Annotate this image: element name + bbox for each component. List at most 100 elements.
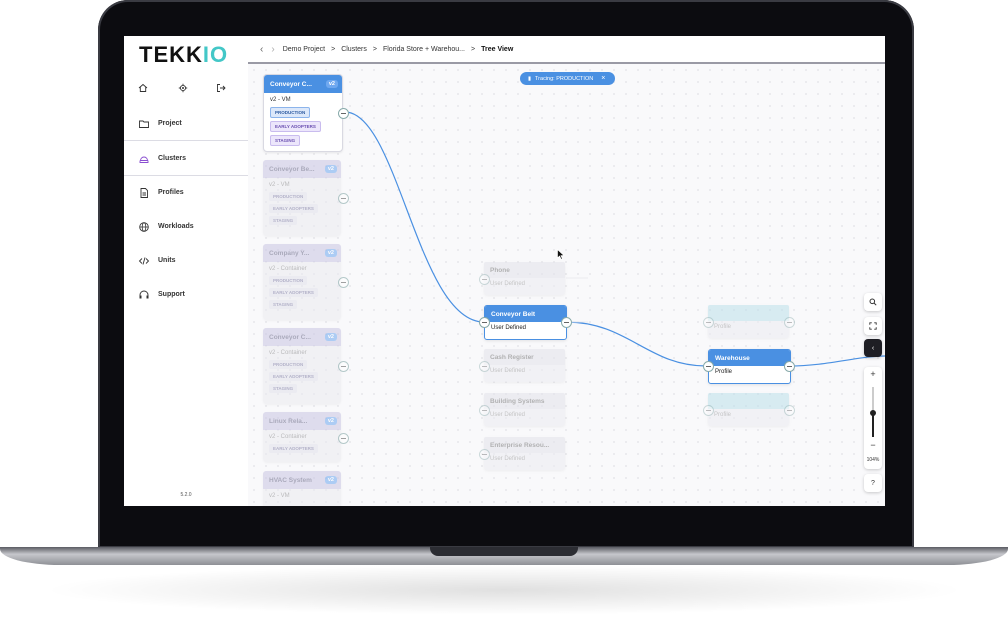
tree-canvas[interactable]: ▮ Tracing: PRODUCTION × Conveyor C... v2 … — [248, 64, 885, 506]
tag-staging: STAGING — [269, 384, 298, 393]
unit-node[interactable]: Enterprise Resou... User Defined — [484, 437, 565, 470]
collapse-toggle-icon[interactable] — [338, 193, 349, 204]
headset-icon — [138, 288, 150, 300]
profile-node[interactable]: Profile — [708, 393, 789, 426]
cluster-card-header: Conveyor Be... v2 — [263, 160, 341, 178]
collapse-toggle-icon[interactable] — [479, 274, 490, 285]
zoom-slider-thumb[interactable] — [870, 410, 876, 416]
sidebar-item-support[interactable]: Support — [124, 277, 248, 311]
collapse-toggle-icon[interactable] — [479, 361, 490, 372]
node-subtitle: Profile — [714, 412, 732, 418]
version-badge[interactable]: v2 — [324, 165, 337, 173]
tracing-icon: ▮ — [528, 75, 532, 82]
node-title: Warehouse — [709, 350, 790, 366]
cluster-card[interactable]: Conveyor Be... v2 v2 - VM PRODUCTION EARL… — [263, 160, 341, 236]
tag-early-adopters: EARLY ADOPTERS — [269, 204, 318, 213]
tag-early-adopters: EARLY ADOPTERS — [269, 372, 318, 381]
collapse-toggle-icon[interactable] — [703, 361, 714, 372]
node-subtitle: User Defined — [490, 368, 526, 374]
tag-staging: STAGING — [270, 135, 301, 146]
collapse-toggle-icon[interactable] — [784, 317, 795, 328]
collapse-toggle-icon[interactable] — [479, 317, 490, 328]
tag-early-adopters: EARLY ADOPTERS — [270, 121, 321, 132]
unit-node[interactable]: Phone User Defined — [484, 262, 565, 295]
top-bar: ‹ › Demo Project > Clusters > Florida St… — [248, 36, 885, 64]
version-badge[interactable]: v2 — [324, 249, 337, 257]
collapse-toggle-icon[interactable] — [703, 317, 714, 328]
search-button[interactable] — [864, 293, 882, 311]
cluster-card[interactable]: Conveyor C... v2 v2 - Container PRODUCTIO… — [263, 328, 341, 404]
sidebar-item-label: Units — [158, 256, 176, 264]
collapse-toggle-icon[interactable] — [338, 361, 349, 372]
version-badge[interactable]: v2 — [325, 80, 338, 88]
tracing-filter-pill[interactable]: ▮ Tracing: PRODUCTION × — [520, 72, 616, 85]
cluster-title: Conveyor C... — [270, 80, 312, 88]
collapse-toggle-icon[interactable] — [561, 317, 572, 328]
collapse-toggle-icon[interactable] — [784, 361, 795, 372]
mouse-cursor-icon — [557, 249, 565, 260]
help-icon: ? — [871, 479, 875, 487]
cluster-card-header: Conveyor C... v2 — [264, 75, 342, 93]
cluster-icon — [138, 152, 150, 164]
cluster-subtitle: v2 - Container — [269, 434, 307, 440]
sidebar-item-project[interactable]: Project — [124, 106, 248, 140]
home-icon[interactable] — [138, 80, 154, 96]
app-version: 5.2.0 — [180, 492, 192, 498]
node-subtitle: Profile — [714, 324, 732, 330]
expand-icon — [869, 322, 877, 330]
cluster-title: Company Y... — [269, 249, 310, 257]
logout-icon[interactable] — [216, 80, 232, 96]
cluster-card[interactable]: HVAC System v2 v2 - VM — [263, 471, 341, 506]
profile-node[interactable]: Profile — [708, 305, 789, 338]
collapse-toggle-icon[interactable] — [338, 433, 349, 444]
sidebar-item-workloads[interactable]: Workloads — [124, 209, 248, 243]
breadcrumb-current: Tree View — [481, 45, 514, 53]
zoom-out-button[interactable]: − — [864, 440, 882, 450]
cluster-card[interactable]: Company Y... v2 v2 - Container PRODUCTION… — [263, 244, 341, 320]
forward-arrow-icon[interactable]: › — [271, 44, 274, 55]
breadcrumb-item[interactable]: Demo Project — [283, 46, 325, 53]
top-icons — [124, 80, 248, 98]
zoom-in-button[interactable]: + — [864, 369, 882, 379]
laptop-shadow — [40, 565, 968, 615]
node-subtitle: User Defined — [490, 281, 526, 287]
gear-icon[interactable] — [178, 80, 194, 96]
zoom-control[interactable]: + − 104% — [864, 367, 882, 469]
collapse-toggle-icon[interactable] — [479, 405, 490, 416]
collapse-toggle-icon[interactable] — [338, 277, 349, 288]
profile-node-selected[interactable]: Warehouse Profile — [708, 349, 791, 384]
fit-view-button[interactable] — [864, 317, 882, 335]
unit-node-selected[interactable]: Conveyor Belt User Defined — [484, 305, 567, 340]
collapse-toggle-icon[interactable] — [479, 449, 490, 460]
cluster-card-header: Company Y... v2 — [263, 244, 341, 262]
sidebar-item-clusters[interactable]: Clusters — [124, 140, 248, 176]
close-icon[interactable]: × — [601, 75, 605, 82]
version-badge[interactable]: v2 — [324, 333, 337, 341]
sidebar-item-label: Project — [158, 119, 182, 127]
breadcrumb-item[interactable]: Clusters — [341, 46, 367, 53]
sidebar-item-profiles[interactable]: Profiles — [124, 175, 248, 209]
cluster-subtitle: v2 - VM — [270, 97, 291, 103]
tag-production: PRODUCTION — [269, 192, 308, 201]
search-icon — [869, 298, 877, 306]
version-badge[interactable]: v2 — [324, 476, 337, 484]
collapse-toggle-icon[interactable] — [784, 405, 795, 416]
unit-node[interactable]: Building Systems User Defined — [484, 393, 565, 426]
node-title — [708, 393, 789, 409]
collapse-panel-button[interactable]: ‹ — [864, 339, 882, 357]
collapse-toggle-icon[interactable] — [703, 405, 714, 416]
help-button[interactable]: ? — [864, 474, 882, 492]
back-arrow-icon[interactable]: ‹ — [260, 44, 263, 55]
document-icon — [138, 186, 150, 198]
cluster-card-header: Conveyor C... v2 — [263, 328, 341, 346]
sidebar-item-units[interactable]: Units — [124, 243, 248, 277]
node-title: Conveyor Belt — [485, 306, 566, 322]
breadcrumb-item[interactable]: Florida Store + Warehou... — [383, 46, 465, 53]
version-badge[interactable]: v2 — [324, 417, 337, 425]
unit-node[interactable]: Cash Register User Defined — [484, 349, 565, 382]
cluster-card[interactable]: Linux Rela... v2 v2 - Container EARLY ADO… — [263, 412, 341, 462]
globe-icon — [138, 220, 150, 232]
cluster-card[interactable]: Conveyor C... v2 v2 - VM PRODUCTION EARLY… — [263, 74, 343, 152]
app-logo[interactable]: TEKKIO — [139, 42, 228, 68]
collapse-toggle-icon[interactable] — [338, 108, 349, 119]
